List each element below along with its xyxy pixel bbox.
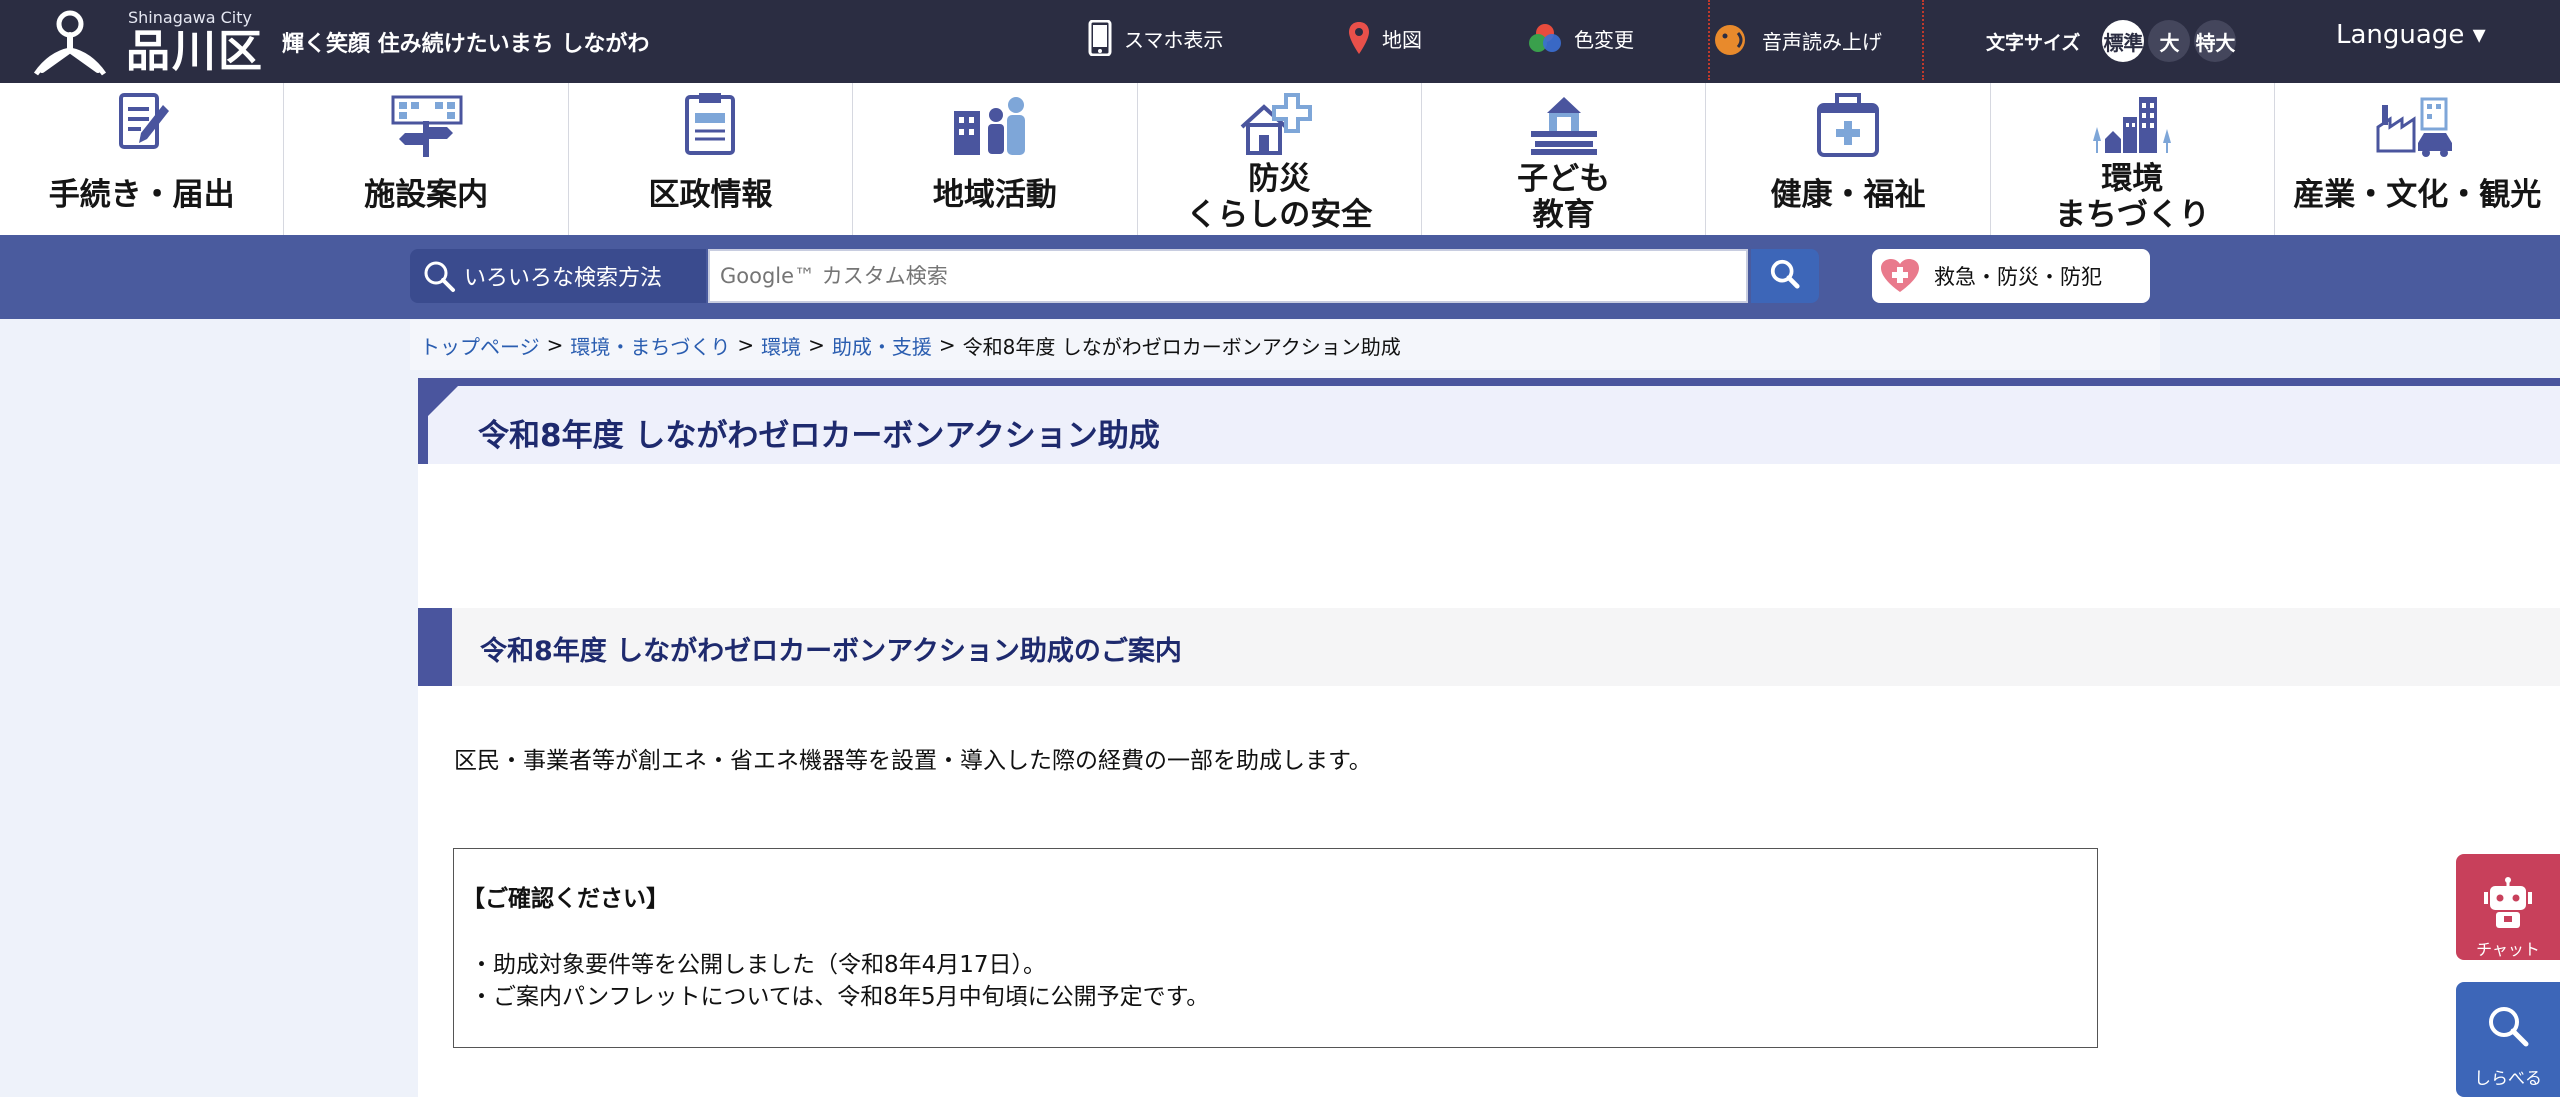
category-children-education[interactable]: 子ども 教育 [1422,83,1707,235]
category-label-line2: くらしの安全 [1186,197,1373,233]
category-environment-town[interactable]: 環境 まちづくり [1991,83,2276,235]
community-people-icon [953,97,1025,155]
lookup-button[interactable]: しらべる [2456,982,2560,1097]
main-content: 令和8年度 しながわゼロカーボンアクション助成 令和8年度 しながわゼロカーボン… [418,378,2560,1097]
intro-paragraph: 区民・事業者等が創エネ・省エネ機器等を設置・導入した際の経費の一部を助成します。 [454,748,1372,774]
category-procedures[interactable]: 手続き・届出 [0,83,285,235]
category-community[interactable]: 地域活動 [853,83,1138,235]
shinagawa-emblem-icon [33,10,107,76]
school-building-icon [1530,97,1597,155]
site-logo[interactable]: Shinagawa City 品川区 [30,4,262,78]
title-corner-decoration [428,386,458,416]
city-trees-icon [2093,97,2172,153]
breadcrumb-link-top[interactable]: トップページ [420,331,540,360]
category-government[interactable]: 区政情報 [569,83,854,235]
building-directions-icon [391,95,463,157]
breadcrumb-separator: > [546,333,564,357]
chat-button[interactable]: チャット [2456,854,2560,960]
document-pen-icon [118,93,169,149]
font-size-xlarge-button[interactable]: 特大 [2194,20,2237,62]
category-label: 地域活動 [932,177,1057,213]
emergency-link[interactable]: 救急・防災・防犯 [1872,249,2150,303]
search-submit-button[interactable] [1751,249,1819,303]
category-industry-culture-tourism[interactable]: 産業・文化・観光 [2275,83,2559,235]
category-label: 施設案内 [364,177,489,213]
robot-icon [2480,876,2536,936]
search-icon [1769,258,1801,294]
category-label-line1: 環境 [2101,161,2164,197]
smartphone-view-label: スマホ表示 [1124,27,1224,52]
notice-box: 【ご確認ください】 ・助成対象要件等を公開しました（令和8年4月17日）。 ・ご… [453,848,2098,1048]
language-dropdown[interactable]: Language ▾ [2336,20,2486,50]
smartphone-icon [1088,20,1112,56]
notice-heading: 【ご確認ください】 [462,886,669,912]
section-heading-accent [418,608,452,686]
category-label-line2: 教育 [1532,197,1595,233]
breadcrumb-link-environment-town[interactable]: 環境・まちづくり [570,331,730,360]
logo-english: Shinagawa City [128,8,252,27]
font-size-selector: 文字サイズ 標準 大 特大 [1986,20,2237,62]
top-bar: Shinagawa City 品川区 輝く笑顔 住み続けたいまち しながわ スマ… [0,0,2560,83]
breadcrumb-link-environment[interactable]: 環境 [761,331,801,360]
section-heading-bar: 令和8年度 しながわゼロカーボンアクション助成のご案内 [418,608,2560,686]
category-nav: 手続き・届出 施設案内 区政情報 地域活動 防災 くらしの安全 子ども 教育 健… [0,83,2560,235]
section-heading: 令和8年度 しながわゼロカーボンアクション助成のご案内 [480,636,1182,667]
category-label: 防災 くらしの安全 [1138,161,1421,233]
site-tagline: 輝く笑顔 住み続けたいまち しながわ [282,32,650,57]
breadcrumb-separator: > [808,333,825,357]
category-facilities[interactable]: 施設案内 [284,83,569,235]
map-pin-icon [1348,21,1370,55]
page-title-bar: 令和8年度 しながわゼロカーボンアクション助成 [418,378,2560,464]
title-accent [418,386,428,464]
category-label: 手続き・届出 [48,177,235,213]
category-label-line1: 防災 [1248,161,1311,197]
emergency-label: 救急・防災・防犯 [1934,265,2102,289]
color-change-button[interactable]: 色変更 [1528,18,1634,58]
notice-line: ・ご案内パンフレットについては、令和8年5月中旬頃に公開予定です。 [470,984,1210,1010]
category-label: 健康・福祉 [1770,177,1926,213]
medical-bag-icon [1817,93,1880,157]
smartphone-view-button[interactable]: スマホ表示 [1088,18,1223,58]
category-label: 産業・文化・観光 [2293,177,2542,213]
breadcrumb: トップページ > 環境・まちづくり > 環境 > 助成・支援 > 令和8年度 し… [410,320,2160,370]
font-size-label: 文字サイズ [1986,31,2081,54]
search-icon [2486,1004,2530,1052]
search-icon [422,259,456,293]
lookup-label: しらべる [2474,1069,2542,1089]
search-methods-label: いろいろな検索方法 [464,266,663,291]
voice-reading-label: 音声読み上げ [1762,29,1882,54]
color-change-label: 色変更 [1574,27,1634,52]
search-band: いろいろな検索方法 救急・防災・防犯 [0,235,2560,319]
breadcrumb-current: 令和8年度 しながわゼロカーボンアクション助成 [962,334,1401,359]
category-safety[interactable]: 防災 くらしの安全 [1138,83,1422,235]
breadcrumb-separator: > [737,333,755,357]
page-title: 令和8年度 しながわゼロカーボンアクション助成 [478,418,1160,454]
notice-line: ・助成対象要件等を公開しました（令和8年4月17日）。 [470,952,1047,978]
font-size-standard-button[interactable]: 標準 [2102,20,2145,62]
category-label-line1: 子ども [1517,161,1611,197]
category-label: 区政情報 [648,177,773,213]
logo-japanese: 品川区 [126,26,264,77]
speaker-face-icon [1714,24,1750,56]
voice-reading-button[interactable]: 音声読み上げ [1708,0,1924,80]
house-cross-icon [1240,93,1313,155]
font-size-large-button[interactable]: 大 [2148,20,2191,62]
chat-label: チャット [2476,940,2540,959]
category-health-welfare[interactable]: 健康・福祉 [1706,83,1991,235]
factory-car-icon [2376,97,2453,157]
map-button[interactable]: 地図 [1348,18,1422,58]
clipboard-icon [685,93,736,155]
category-label: 環境 まちづくり [1991,161,2274,233]
search-methods-button[interactable]: いろいろな検索方法 [410,249,706,303]
breadcrumb-link-subsidy[interactable]: 助成・支援 [832,331,932,360]
breadcrumb-separator: > [938,333,956,357]
category-label: 子ども 教育 [1422,161,1705,233]
color-circles-icon [1528,23,1562,53]
category-label-line2: まちづくり [2054,197,2210,233]
map-label: 地図 [1382,27,1422,52]
heart-cross-icon [1880,258,1920,294]
site-search-input[interactable] [708,249,1748,303]
